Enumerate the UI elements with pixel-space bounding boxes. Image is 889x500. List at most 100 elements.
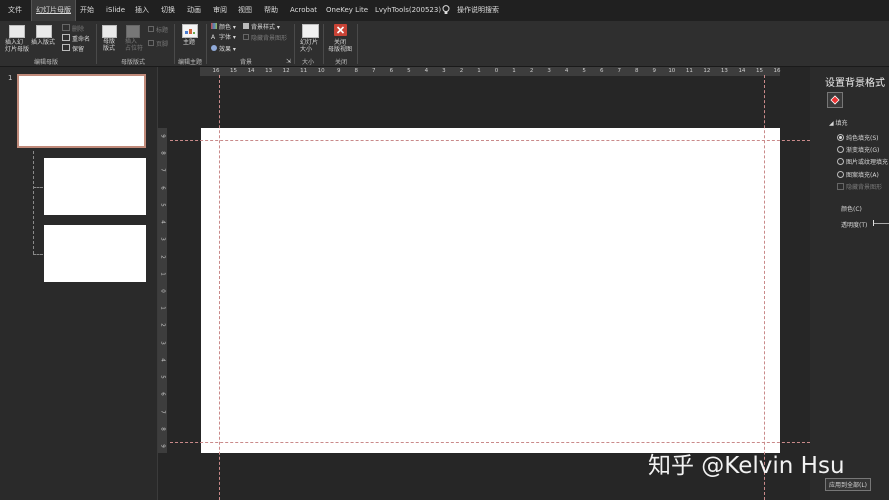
insert-slide-master-icon[interactable]	[9, 25, 25, 38]
insert-placeholder-icon[interactable]	[126, 25, 140, 38]
ruler-tick-label: 6	[159, 185, 166, 190]
rename-button[interactable]: 重命名	[62, 34, 90, 43]
group-separator	[357, 24, 358, 64]
background-styles-icon	[243, 23, 249, 29]
group-separator	[96, 24, 97, 64]
close-master-view-icon[interactable]	[334, 24, 347, 36]
ruler-tick-label: 0	[494, 68, 499, 74]
ruler-tick-label: 8	[635, 68, 639, 74]
hide-bg-graphics-label: 隐藏背景图形	[251, 35, 288, 42]
ruler-tick-label: 5	[582, 68, 586, 74]
tab-help[interactable]: 帮助	[264, 0, 278, 21]
ruler-tick-label: 13	[265, 68, 273, 74]
layout-connector	[33, 151, 34, 254]
checkbox-icon	[148, 26, 154, 32]
fill-category-tab[interactable]	[827, 92, 843, 108]
preserve-button[interactable]: 保留	[62, 44, 84, 53]
layout-thumbnail[interactable]	[44, 158, 146, 215]
hide-bg-checkbox[interactable]	[837, 183, 844, 190]
tab-home[interactable]: 开始	[80, 0, 94, 21]
ruler-tick-label: 1	[512, 68, 516, 74]
pattern-fill-label: 图案填充(A)	[846, 172, 879, 179]
title-checkbox[interactable]: 标题	[148, 26, 168, 34]
watermark-text: 知乎 @Kelvin Hsu	[648, 453, 845, 479]
tab-lvyhtools[interactable]: LvyhTools(200523)	[375, 0, 441, 21]
tab-file[interactable]: 文件	[8, 0, 22, 21]
picture-fill-radio[interactable]	[837, 158, 844, 165]
slide-size-icon[interactable]	[302, 24, 319, 38]
pattern-fill-radio[interactable]	[837, 171, 844, 178]
solid-fill-radio[interactable]	[837, 134, 844, 141]
ruler-tick-label: 11	[685, 68, 693, 74]
ruler-tick-label: 1	[477, 68, 481, 74]
master-layout-button[interactable]: 母版 版式	[103, 38, 115, 52]
tab-animations[interactable]: 动画	[187, 0, 201, 21]
fonts-button[interactable]: A 字体 ▾	[211, 34, 236, 41]
hide-background-graphics-checkbox[interactable]: 隐藏背景图形	[243, 34, 287, 42]
horizontal-guide[interactable]	[170, 140, 810, 141]
effects-label: 效果	[219, 46, 232, 53]
tab-view[interactable]: 视图	[238, 0, 252, 21]
tab-onekey-lite[interactable]: OneKey Lite	[326, 0, 368, 21]
colors-icon	[211, 23, 217, 29]
fill-section-header[interactable]: ◢ 填充	[829, 118, 848, 127]
ruler-tick-label: 14	[738, 68, 746, 74]
title-checkbox-label: 标题	[156, 27, 169, 34]
transparency-slider-thumb[interactable]	[873, 220, 874, 226]
ruler-tick-label: 8	[159, 427, 166, 431]
tab-islide[interactable]: iSlide	[106, 0, 125, 21]
dialog-launcher-icon[interactable]: ⇲	[286, 58, 291, 65]
ruler-tick-label: 5	[159, 203, 166, 207]
ruler-tick-label: 14	[247, 68, 255, 74]
checkbox-icon	[148, 40, 154, 46]
tab-acrobat[interactable]: Acrobat	[290, 0, 317, 21]
tab-slide-master[interactable]: 幻灯片母版	[31, 0, 76, 21]
background-styles-button[interactable]: 背景样式 ▾	[243, 23, 280, 31]
lightbulb-icon	[442, 0, 450, 21]
tab-transitions[interactable]: 切换	[161, 0, 175, 21]
tell-me-search[interactable]: 操作说明搜索	[457, 0, 499, 21]
ruler-tick-label: 4	[159, 358, 166, 362]
group-label-background: 背景	[240, 59, 253, 66]
effects-button[interactable]: 效果 ▾	[211, 45, 236, 53]
ruler-tick-label: 2	[529, 68, 534, 74]
slide-size-button[interactable]: 幻灯片 大小	[300, 39, 318, 53]
horizontal-ruler: 16 15 14 13 12 11 10 9 8 7 6 5 4 3 2 1 0 1 2 3 4 5 6 7 8 9 10 11 12 1…	[200, 67, 781, 76]
insert-layout-icon[interactable]	[36, 25, 52, 38]
gradient-fill-label: 渐变填充(G)	[846, 147, 880, 154]
gradient-fill-radio[interactable]	[837, 146, 844, 153]
transparency-slider[interactable]	[873, 223, 889, 224]
vertical-guide[interactable]	[764, 75, 765, 500]
insert-slide-master-button[interactable]: 插入幻 灯片母版	[5, 39, 29, 53]
ruler-tick-label: 16	[773, 68, 781, 74]
ruler-tick-label: 12	[703, 68, 711, 74]
colors-button[interactable]: 颜色 ▾	[211, 23, 236, 31]
group-label-close: 关闭	[335, 59, 348, 66]
master-thumbnail[interactable]	[17, 74, 146, 148]
fill-bucket-icon	[830, 95, 840, 105]
ruler-tick-label: 3	[159, 237, 166, 242]
tab-insert[interactable]: 插入	[135, 0, 149, 21]
ruler-tick-label: 8	[159, 151, 166, 155]
vertical-guide[interactable]	[219, 75, 220, 500]
fonts-icon: A	[211, 34, 216, 41]
ruler-tick-label: 6	[599, 68, 604, 74]
ruler-tick-label: 6	[159, 392, 166, 397]
tab-review[interactable]: 审阅	[213, 0, 227, 21]
ruler-tick-label: 9	[336, 68, 341, 74]
ribbon: 插入幻 灯片母版 插入版式 删除 重命名 保留 编辑母版 母版 版式 插入 占位…	[0, 21, 889, 67]
preserve-icon	[62, 44, 70, 51]
slide-canvas[interactable]	[201, 128, 780, 453]
rename-label: 重命名	[72, 36, 91, 43]
master-layout-icon[interactable]	[102, 25, 117, 38]
close-master-view-button[interactable]: 关闭 母版视图	[328, 39, 352, 53]
insert-layout-button[interactable]: 插入版式	[31, 39, 55, 46]
delete-button[interactable]: 删除	[62, 24, 84, 33]
layout-thumbnail[interactable]	[44, 225, 146, 282]
rename-icon	[62, 34, 70, 41]
theme-icon[interactable]	[182, 24, 198, 38]
theme-button[interactable]: 主题	[183, 39, 195, 46]
footer-checkbox[interactable]: 页脚	[148, 40, 168, 48]
horizontal-guide[interactable]	[170, 442, 810, 443]
insert-placeholder-button[interactable]: 插入 占位符	[125, 38, 143, 52]
